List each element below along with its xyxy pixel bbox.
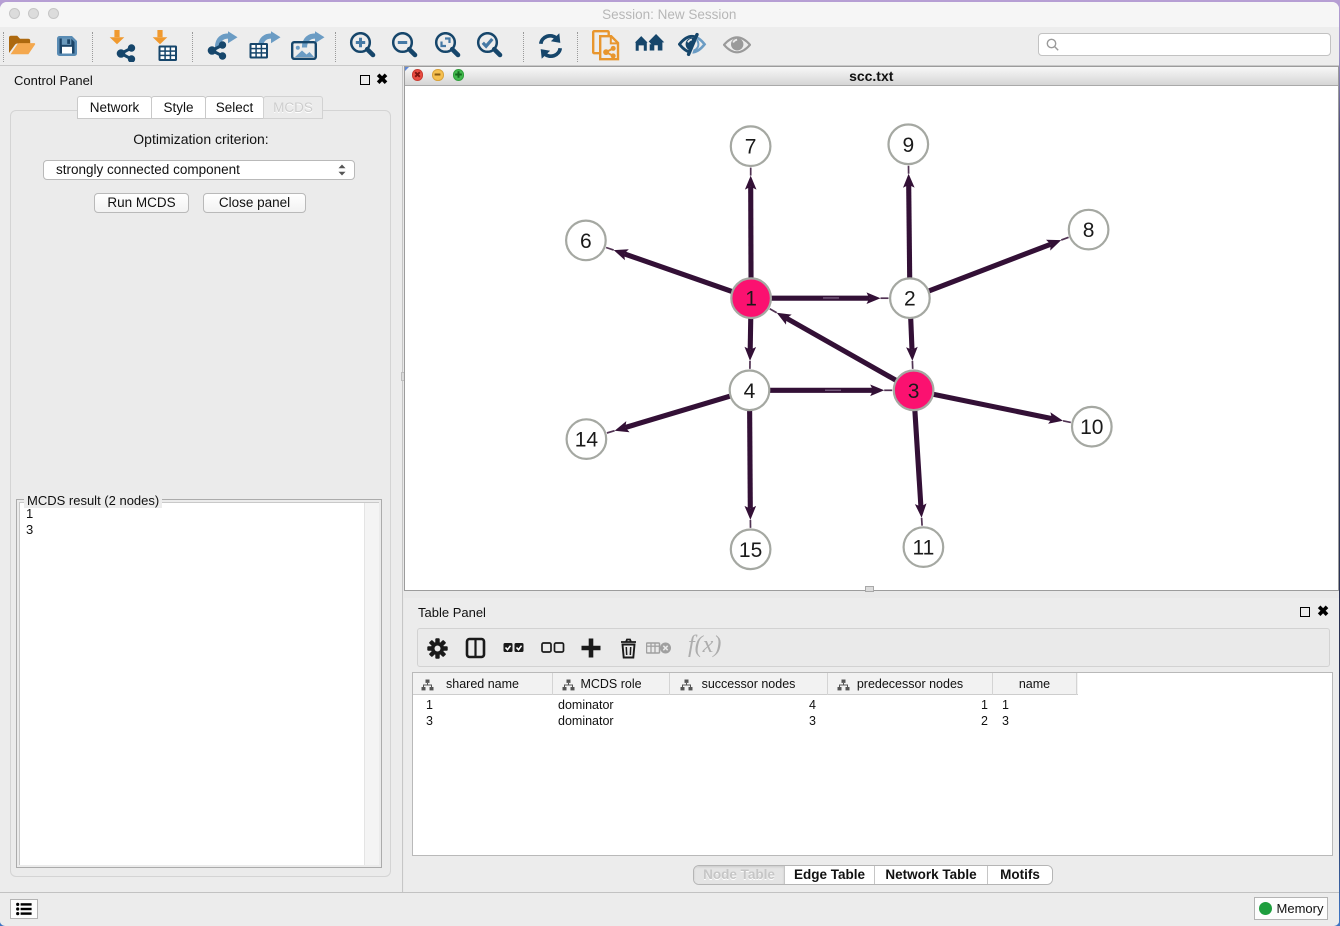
svg-text:9: 9 xyxy=(902,134,914,157)
svg-text:3: 3 xyxy=(908,380,920,403)
svg-text:1: 1 xyxy=(745,288,757,311)
svg-text:2: 2 xyxy=(904,288,916,311)
svg-text:6: 6 xyxy=(580,230,592,253)
svg-text:8: 8 xyxy=(1083,219,1095,242)
svg-text:4: 4 xyxy=(744,380,756,403)
svg-text:11: 11 xyxy=(912,537,934,560)
svg-text:15: 15 xyxy=(739,539,762,562)
svg-text:14: 14 xyxy=(575,429,599,452)
svg-text:7: 7 xyxy=(745,136,757,159)
svg-text:10: 10 xyxy=(1080,416,1103,439)
